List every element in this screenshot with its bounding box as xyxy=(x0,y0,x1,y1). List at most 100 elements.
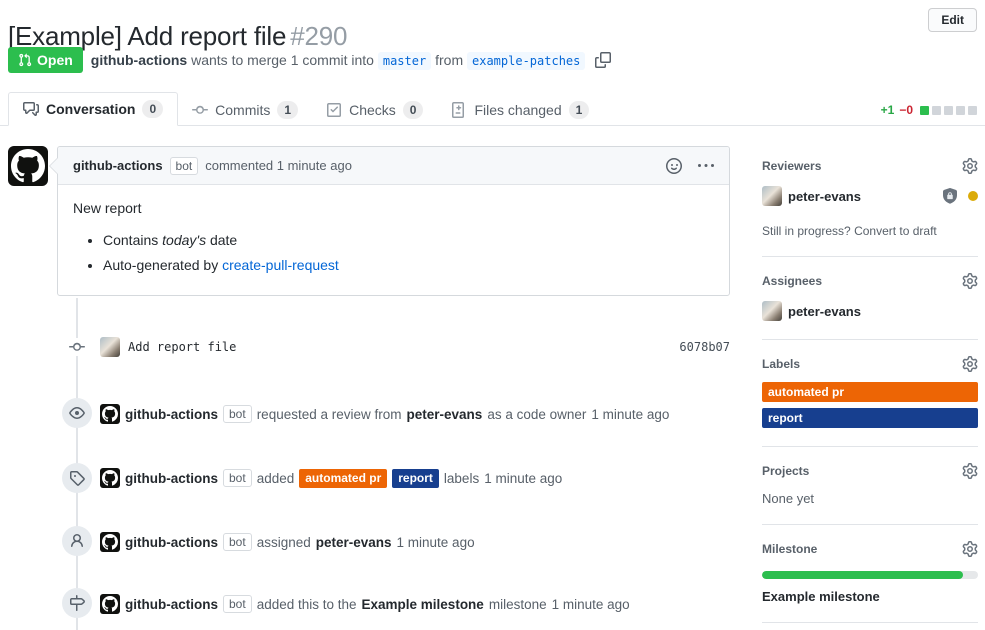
comment-author-link[interactable]: github-actions xyxy=(73,158,163,173)
from-text: from xyxy=(435,52,463,68)
create-pull-request-link[interactable]: create-pull-request xyxy=(222,257,339,273)
bot-badge: bot xyxy=(223,595,252,613)
comment-body: New report Contains today's date Auto-ge… xyxy=(58,185,729,288)
label-automated-pr[interactable]: automated pr xyxy=(299,469,387,488)
timeline-badge xyxy=(62,463,92,493)
commit-row: Add report file 6078b07 xyxy=(100,336,730,358)
labels-header[interactable]: Labels xyxy=(762,356,978,372)
gear-icon[interactable] xyxy=(962,158,978,174)
event-timestamp[interactable]: 1 minute ago xyxy=(397,535,475,550)
tab-commits[interactable]: Commits 1 xyxy=(178,95,312,125)
reviewer-name-link[interactable]: peter-evans xyxy=(788,189,861,204)
event-target-link[interactable]: peter-evans xyxy=(316,535,392,550)
event-timestamp[interactable]: 1 minute ago xyxy=(591,407,669,422)
shield-lock-icon[interactable] xyxy=(942,188,958,204)
event-review-requested: github-actions bot requested a review fr… xyxy=(100,403,740,425)
github-actions-avatar[interactable] xyxy=(8,146,48,186)
bot-badge: bot xyxy=(223,405,252,423)
sidebar-section-reviewers: Reviewers peter-evans Still in progress?… xyxy=(762,158,978,257)
comment-header-actions xyxy=(666,158,714,174)
peter-evans-avatar[interactable] xyxy=(762,186,782,206)
file-diff-icon xyxy=(451,102,467,118)
diffstat-block xyxy=(944,106,953,115)
event-assigned: github-actions bot assigned peter-evans … xyxy=(100,531,740,553)
pull-request-page: [Example] Add report file#290 Edit Open … xyxy=(0,0,985,630)
list-item: Contains today's date xyxy=(103,232,714,248)
sidebar-section-assignees: Assignees peter-evans xyxy=(762,257,978,340)
sidebar: Reviewers peter-evans Still in progress?… xyxy=(762,158,978,623)
pr-meta-row: Open github-actions wants to merge 1 com… xyxy=(8,47,611,73)
commit-message-link[interactable]: Add report file xyxy=(128,340,236,354)
event-text: added this to the xyxy=(257,597,357,612)
gear-icon[interactable] xyxy=(962,273,978,289)
additions-count: +1 xyxy=(881,103,895,117)
octocat-icon xyxy=(102,470,118,486)
label-report[interactable]: report xyxy=(392,469,439,488)
milestone-progress-fill xyxy=(762,571,963,579)
gear-icon[interactable] xyxy=(962,356,978,372)
github-actions-avatar[interactable] xyxy=(100,404,120,424)
github-actions-avatar[interactable] xyxy=(100,532,120,552)
bot-badge: bot xyxy=(223,469,252,487)
gear-icon[interactable] xyxy=(962,541,978,557)
gear-icon[interactable] xyxy=(962,463,978,479)
reviewers-header[interactable]: Reviewers xyxy=(762,158,978,174)
comment-timestamp[interactable]: commented 1 minute ago xyxy=(205,158,352,173)
section-title: Reviewers xyxy=(762,159,821,173)
pr-author-link[interactable]: github-actions xyxy=(91,52,187,68)
draft-hint: Still in progress? Convert to draft xyxy=(762,224,978,238)
github-actions-avatar[interactable] xyxy=(100,468,120,488)
status-label: Open xyxy=(37,52,73,68)
edit-button[interactable]: Edit xyxy=(928,8,977,32)
octocat-icon xyxy=(102,596,118,612)
event-text: assigned xyxy=(257,535,311,550)
event-actor-link[interactable]: github-actions xyxy=(125,535,218,550)
tab-count: 0 xyxy=(142,100,163,118)
label-automated-pr[interactable]: automated pr xyxy=(762,382,978,402)
eye-icon xyxy=(69,405,85,421)
checklist-icon xyxy=(326,102,342,118)
timeline-badge xyxy=(62,398,92,428)
pending-review-dot xyxy=(968,191,978,201)
convert-to-draft-link[interactable]: Convert to draft xyxy=(854,224,937,238)
comment-header: github-actions bot commented 1 minute ag… xyxy=(58,147,729,185)
event-target-link[interactable]: peter-evans xyxy=(407,407,483,422)
diffstat-block xyxy=(968,106,977,115)
event-timestamp[interactable]: 1 minute ago xyxy=(484,471,562,486)
milestone-name-link[interactable]: Example milestone xyxy=(762,589,978,604)
tab-checks[interactable]: Checks 0 xyxy=(312,95,437,125)
assignees-header[interactable]: Assignees xyxy=(762,273,978,289)
tab-files-changed[interactable]: Files changed 1 xyxy=(437,95,603,125)
event-target-link[interactable]: Example milestone xyxy=(362,597,484,612)
head-branch-label[interactable]: example-patches xyxy=(467,52,585,70)
reviewer-status xyxy=(942,188,978,204)
kebab-menu-icon[interactable] xyxy=(698,158,714,174)
base-branch-label[interactable]: master xyxy=(378,52,431,70)
label-report[interactable]: report xyxy=(762,408,978,428)
event-text: milestone xyxy=(489,597,547,612)
event-actor-link[interactable]: github-actions xyxy=(125,597,218,612)
assignee-row: peter-evans xyxy=(762,301,978,321)
meta-sentence: github-actions wants to merge 1 commit i… xyxy=(91,52,586,68)
projects-header[interactable]: Projects xyxy=(762,463,978,479)
assignee-name-link[interactable]: peter-evans xyxy=(788,304,861,319)
event-timestamp[interactable]: 1 minute ago xyxy=(552,597,630,612)
timeline-badge xyxy=(62,526,92,556)
octocat-icon xyxy=(102,406,118,422)
event-actor-link[interactable]: github-actions xyxy=(125,471,218,486)
tab-label: Files changed xyxy=(474,102,561,118)
peter-evans-avatar[interactable] xyxy=(762,301,782,321)
event-text: added xyxy=(257,471,295,486)
milestone-progress-bar xyxy=(762,571,978,579)
event-actor-link[interactable]: github-actions xyxy=(125,407,218,422)
commit-sha-link[interactable]: 6078b07 xyxy=(679,340,730,354)
tab-count: 1 xyxy=(569,101,590,119)
github-actions-avatar[interactable] xyxy=(100,594,120,614)
copy-branch-icon[interactable] xyxy=(595,52,611,68)
milestone-header[interactable]: Milestone xyxy=(762,541,978,557)
event-text: as a code owner xyxy=(487,407,586,422)
bullet-italic-text: today's xyxy=(162,232,206,248)
smiley-reaction-icon[interactable] xyxy=(666,158,682,174)
tab-conversation[interactable]: Conversation 0 xyxy=(8,92,178,126)
committer-avatar[interactable] xyxy=(100,337,120,357)
